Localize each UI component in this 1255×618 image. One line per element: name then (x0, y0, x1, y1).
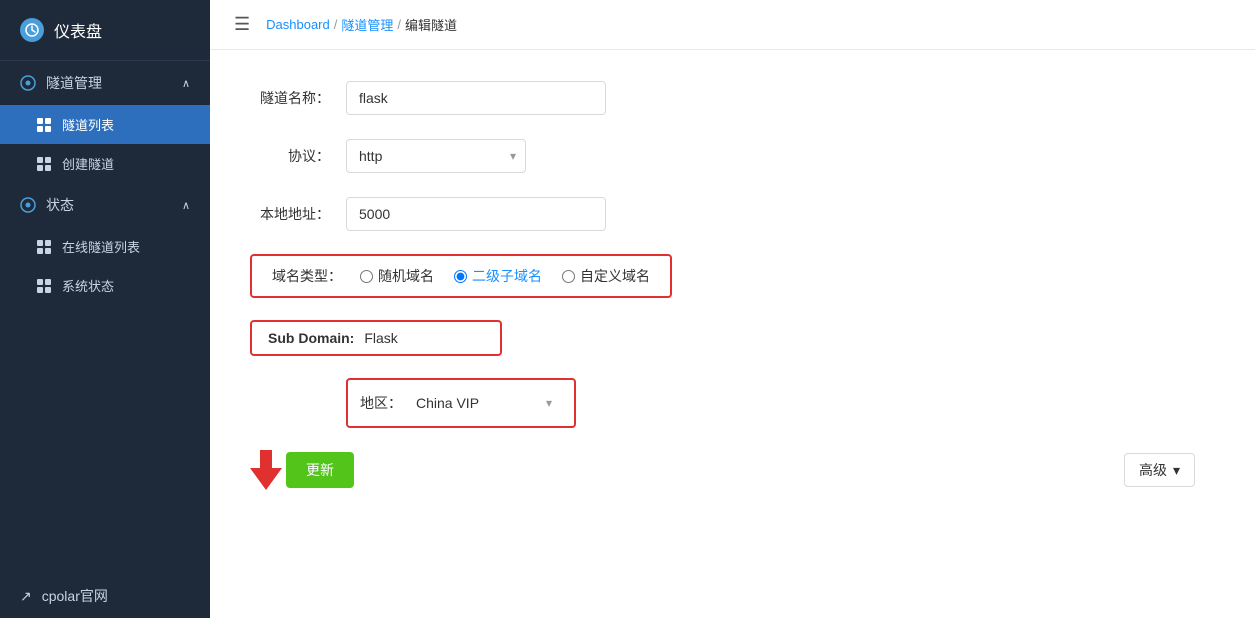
domain-type-label: 域名类型： (272, 266, 342, 286)
status-group[interactable]: 状态 ∧ (0, 183, 210, 227)
local-addr-label: 本地地址： (250, 204, 330, 224)
tunnel-name-input[interactable] (346, 81, 606, 115)
domain-type-row: 域名类型： 随机域名 二级子域名 自定义域名 (250, 254, 1215, 298)
cpolar-website-label: cpolar官网 (42, 586, 108, 606)
protocol-select[interactable]: http https tcp udp (346, 139, 526, 173)
radio-custom-domain[interactable]: 自定义域名 (562, 266, 650, 286)
create-tunnel-label: 创建隧道 (62, 154, 114, 173)
status-section: 状态 ∧ 在线隧道列表 系统状态 (0, 183, 210, 305)
tunnel-name-row: 隧道名称： (250, 80, 1215, 116)
update-button[interactable]: 更新 (286, 452, 354, 488)
menu-icon[interactable]: ☰ (234, 14, 250, 35)
local-addr-input[interactable] (346, 197, 606, 231)
protocol-select-wrapper: http https tcp udp ▾ (346, 139, 526, 173)
breadcrumb-dashboard[interactable]: Dashboard (266, 17, 330, 32)
advanced-button-wrapper: 高级 ▾ (1124, 453, 1195, 487)
advanced-button-label: 高级 (1139, 460, 1167, 480)
tunnel-list-icon (36, 117, 52, 133)
subdomain-input[interactable] (364, 330, 484, 346)
breadcrumb-tunnel-management[interactable]: 隧道管理 (341, 15, 393, 34)
protocol-label: 协议： (250, 146, 330, 166)
dashboard-icon (20, 18, 44, 42)
cpolar-website-link[interactable]: ↗ cpolar官网 (0, 574, 210, 618)
online-list-label: 在线隧道列表 (62, 237, 140, 256)
status-arrow: ∧ (182, 199, 190, 212)
online-list-icon (36, 239, 52, 255)
system-status-icon (36, 278, 52, 294)
subdomain-label: Sub Domain: (268, 330, 354, 346)
radio-subdomain-input[interactable] (454, 270, 467, 283)
region-box-wrapper: 地区： China VIP China US ▾ (346, 378, 576, 428)
tunnel-management-arrow: ∧ (182, 77, 190, 90)
sidebar-item-online-list[interactable]: 在线隧道列表 (0, 227, 210, 266)
region-row: 地区： China VIP China US ▾ (250, 378, 1215, 428)
subdomain-box: Sub Domain: (250, 320, 502, 356)
bottom-row: 更新 高级 ▾ (250, 450, 1215, 490)
system-status-label: 系统状态 (62, 276, 114, 295)
sidebar-logo[interactable]: 仪表盘 (0, 0, 210, 61)
tunnel-list-label: 隧道列表 (62, 115, 114, 134)
domain-type-radio-group: 随机域名 二级子域名 自定义域名 (360, 266, 650, 286)
main-content: ☰ Dashboard / 隧道管理 / 编辑隧道 隧道名称： 协议： http… (210, 0, 1255, 618)
status-label: 状态 (46, 195, 74, 215)
protocol-row: 协议： http https tcp udp ▾ (250, 138, 1215, 174)
domain-type-box: 域名类型： 随机域名 二级子域名 自定义域名 (250, 254, 672, 298)
local-addr-row: 本地地址： (250, 196, 1215, 232)
radio-subdomain[interactable]: 二级子域名 (454, 266, 542, 286)
create-tunnel-icon (36, 156, 52, 172)
sidebar-item-tunnel-list[interactable]: 隧道列表 (0, 105, 210, 144)
sidebar-item-system-status[interactable]: 系统状态 (0, 266, 210, 305)
update-button-wrapper: 更新 (250, 450, 354, 490)
radio-random-label: 随机域名 (378, 266, 434, 286)
breadcrumb-sep-1: / (334, 17, 338, 32)
tunnel-management-section: 隧道管理 ∧ 隧道列表 创建隧道 (0, 61, 210, 183)
region-label: 地区： (360, 393, 402, 413)
edit-tunnel-form: 隧道名称： 协议： http https tcp udp ▾ 本地地址： (210, 50, 1255, 618)
radio-custom-input[interactable] (562, 270, 575, 283)
sidebar-item-create-tunnel[interactable]: 创建隧道 (0, 144, 210, 183)
breadcrumb-sep-2: / (397, 17, 401, 32)
radio-custom-label: 自定义域名 (580, 266, 650, 286)
radio-random-input[interactable] (360, 270, 373, 283)
tunnel-name-label: 隧道名称： (250, 88, 330, 108)
breadcrumb: Dashboard / 隧道管理 / 编辑隧道 (266, 15, 457, 34)
advanced-chevron-icon: ▾ (1173, 462, 1180, 479)
subdomain-row: Sub Domain: (250, 320, 1215, 356)
tunnel-management-icon (20, 75, 36, 91)
radio-subdomain-label: 二级子域名 (472, 266, 542, 286)
breadcrumb-current: 编辑隧道 (405, 15, 457, 34)
region-select[interactable]: China VIP China US (412, 388, 562, 418)
radio-random-domain[interactable]: 随机域名 (360, 266, 434, 286)
sidebar: 仪表盘 隧道管理 ∧ 隧道列表 创建隧道 (0, 0, 210, 618)
advanced-button[interactable]: 高级 ▾ (1124, 453, 1195, 487)
tunnel-management-label: 隧道管理 (46, 73, 102, 93)
dashboard-label: 仪表盘 (54, 18, 102, 42)
external-link-icon: ↗ (20, 588, 32, 605)
tunnel-management-group[interactable]: 隧道管理 ∧ (0, 61, 210, 105)
topbar: ☰ Dashboard / 隧道管理 / 编辑隧道 (210, 0, 1255, 50)
status-icon (20, 197, 36, 213)
region-box: 地区： China VIP China US ▾ (346, 378, 576, 428)
region-select-wrapper: China VIP China US ▾ (412, 388, 562, 418)
red-arrow-indicator (250, 450, 282, 490)
